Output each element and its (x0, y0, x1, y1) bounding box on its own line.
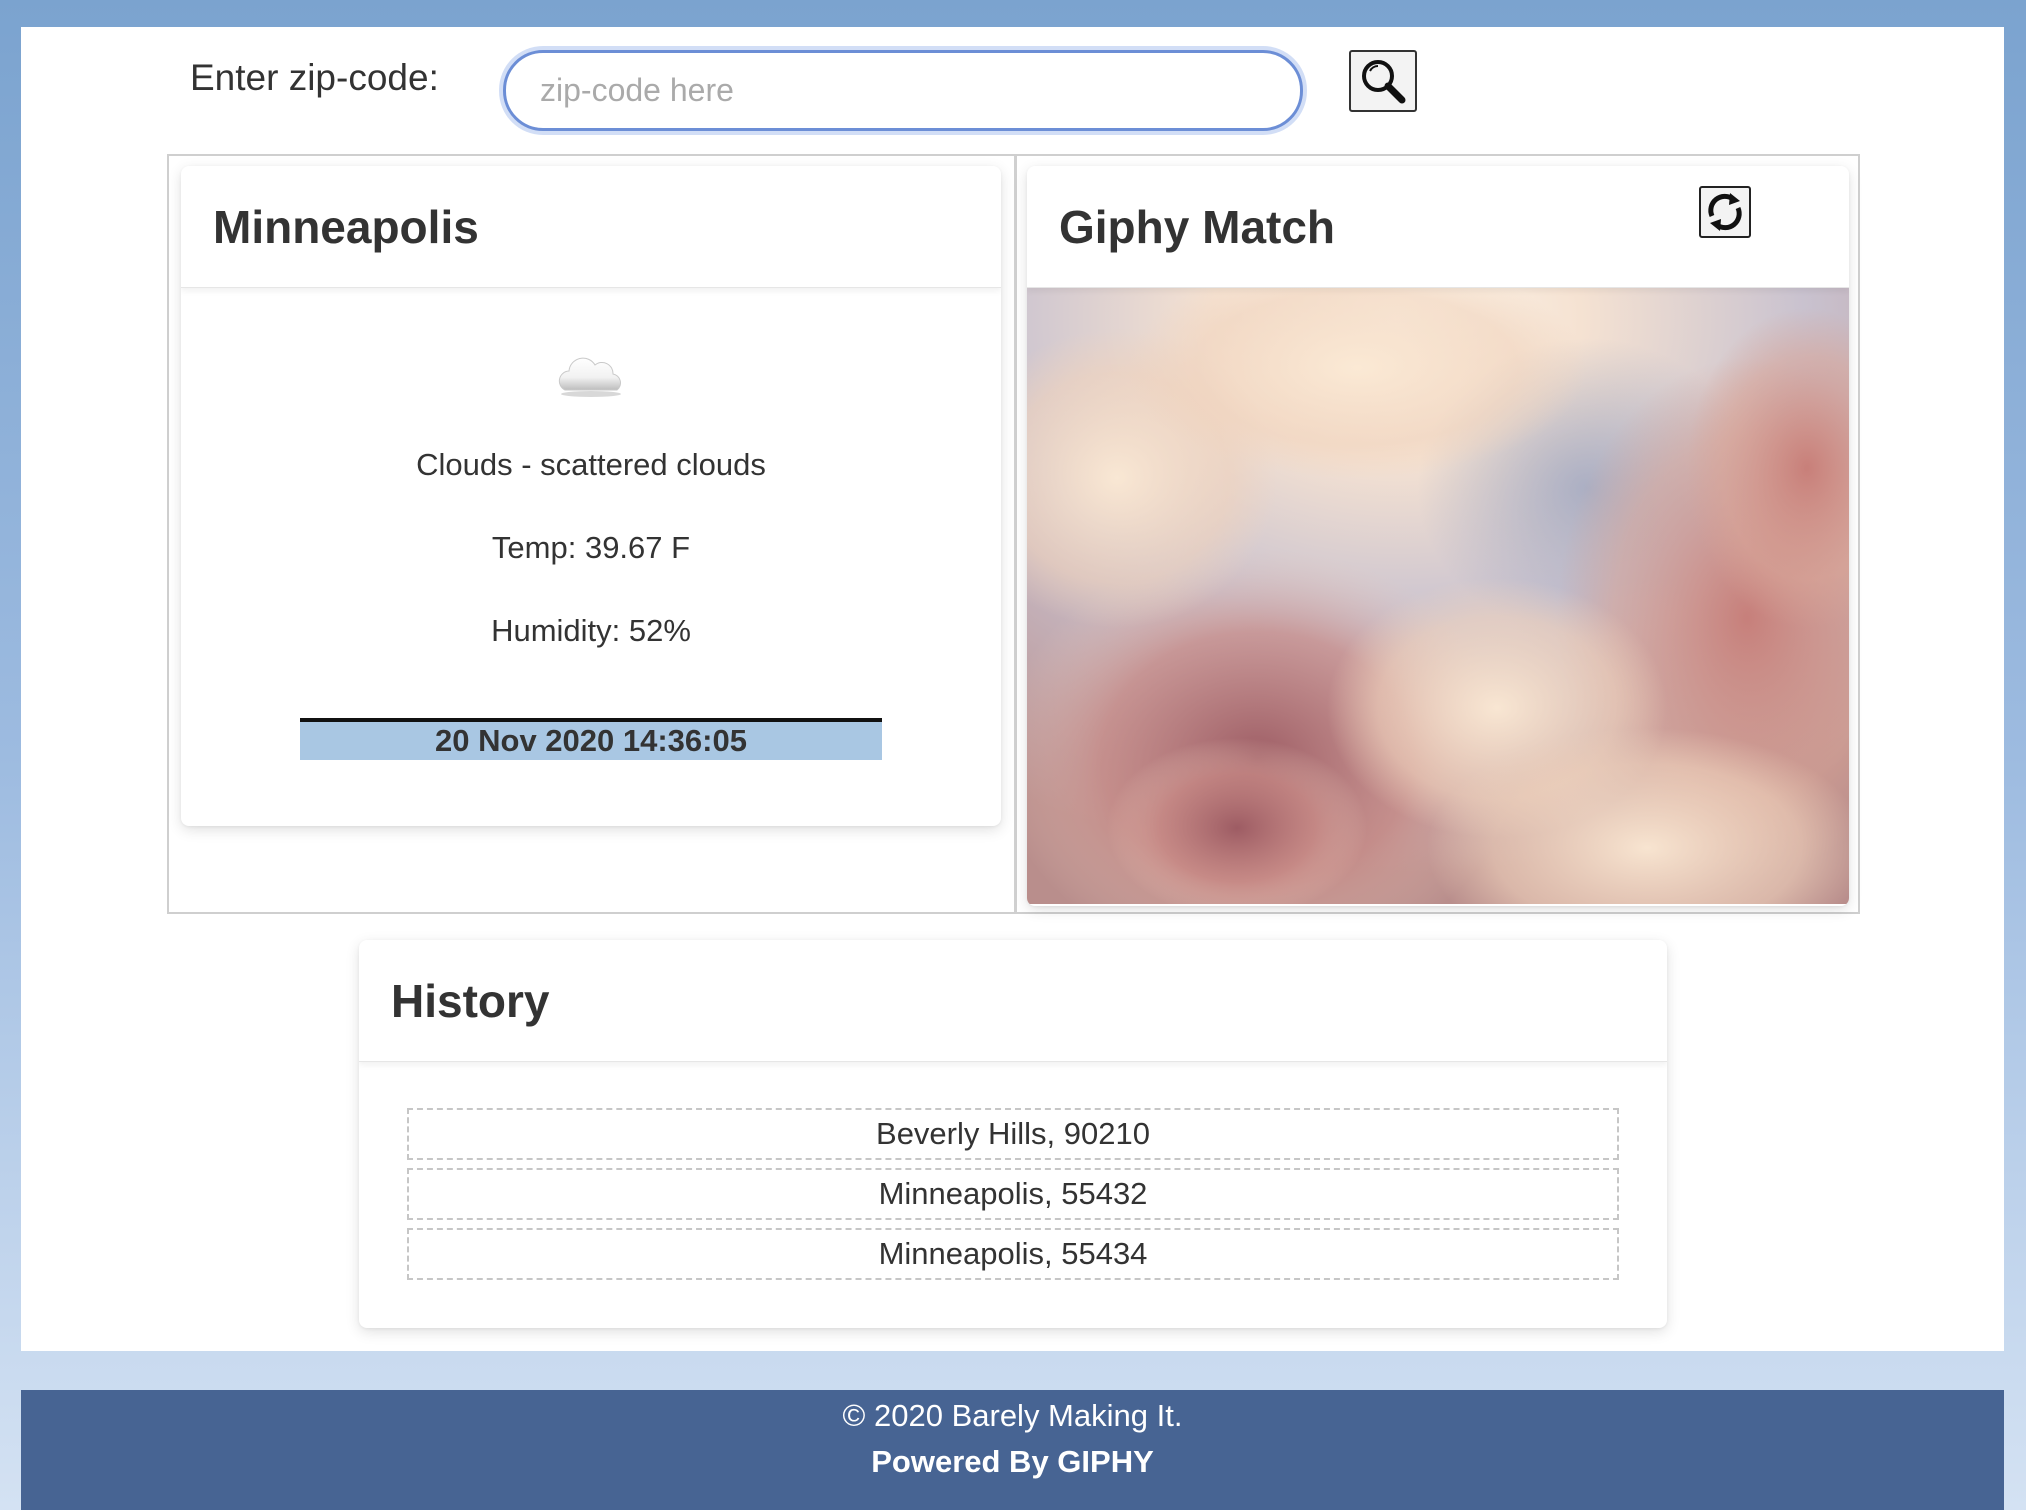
giphy-image (1027, 288, 1849, 904)
results-frame: Minneapolis Clouds - scattered clouds Te… (167, 154, 1860, 914)
cloud-icon (558, 357, 621, 397)
giphy-card: Giphy Match (1027, 166, 1849, 906)
weather-description: Clouds - scattered clouds (416, 447, 766, 482)
weather-card-header: Minneapolis (181, 166, 1001, 288)
giphy-title: Giphy Match (1059, 200, 1336, 253)
temperature-text: Temp: 39.67 F (491, 530, 691, 565)
weather-card: Minneapolis Clouds - scattered clouds Te… (181, 166, 1001, 826)
column-divider (1014, 156, 1017, 912)
footer-copyright: © 2020 Barely Making It. (842, 1398, 1183, 1433)
page-container: Enter zip-code: Minneapolis (21, 27, 2004, 1351)
search-row: Enter zip-code: (21, 27, 2004, 157)
refresh-icon (1708, 193, 1742, 231)
history-item[interactable]: Minneapolis, 55434 (407, 1228, 1619, 1280)
weather-card-body: Clouds - scattered clouds Temp: 39.67 F … (181, 288, 1001, 760)
history-item[interactable]: Minneapolis, 55432 (407, 1168, 1619, 1220)
footer-powered-by: Powered By GIPHY (871, 1444, 1154, 1479)
search-button[interactable] (1349, 50, 1417, 112)
search-icon (1362, 60, 1406, 104)
history-item[interactable]: Beverly Hills, 90210 (407, 1108, 1619, 1160)
zip-code-label: Enter zip-code: (190, 57, 439, 98)
datetime-bar: 20 Nov 2020 14:36:05 (300, 718, 882, 760)
history-title: History (391, 974, 550, 1027)
humidity-text: Humidity: 52% (491, 613, 691, 648)
city-title: Minneapolis (213, 200, 479, 253)
refresh-button[interactable] (1699, 186, 1751, 238)
history-card-header: History (359, 940, 1667, 1062)
zip-code-input[interactable] (503, 50, 1303, 131)
giphy-card-header: Giphy Match (1027, 166, 1849, 288)
history-list: Beverly Hills, 90210 Minneapolis, 55432 … (359, 1062, 1667, 1280)
history-card: History Beverly Hills, 90210 Minneapolis… (359, 940, 1667, 1328)
footer: © 2020 Barely Making It. Powered By GIPH… (21, 1390, 2004, 1510)
